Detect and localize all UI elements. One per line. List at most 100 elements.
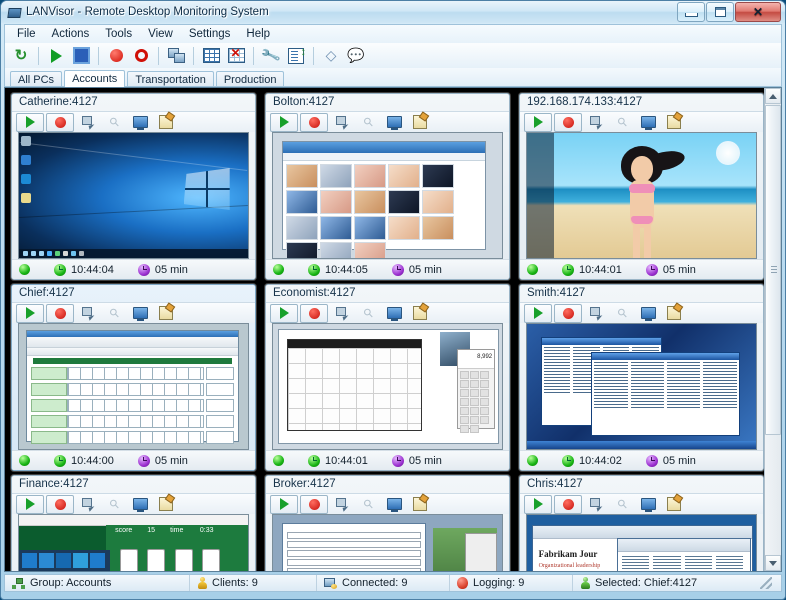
panel-notes-button[interactable] <box>154 304 178 323</box>
client-panel[interactable]: Chris:4127 ⚲ Fabrikam Jour Organizationa… <box>519 475 764 572</box>
refresh-icon[interactable]: ↻ <box>9 45 33 67</box>
panel-play-button[interactable] <box>524 304 552 323</box>
menu-help[interactable]: Help <box>238 26 278 42</box>
panel-notes-button[interactable] <box>662 304 686 323</box>
scroll-down-arrow[interactable] <box>765 555 781 571</box>
panel-zoom-button[interactable]: ⚲ <box>610 495 634 514</box>
close-button[interactable]: ✕ <box>735 2 781 22</box>
panel-record-button[interactable] <box>46 495 74 514</box>
client-panel-selected[interactable]: Chief:4127 ⚲ <box>11 284 256 471</box>
panel-zoom-button[interactable]: ⚲ <box>102 113 126 132</box>
vertical-scrollbar[interactable] <box>764 88 781 571</box>
client-panel[interactable]: Bolton:4127 ⚲ <box>265 93 510 280</box>
menu-actions[interactable]: Actions <box>44 26 98 42</box>
client-panel[interactable]: Broker:4127 ⚲ <box>265 475 510 572</box>
panel-fullscreen-button[interactable] <box>636 113 660 132</box>
panel-fullscreen-button[interactable] <box>636 304 660 323</box>
panel-zoom-button[interactable]: ⚲ <box>356 304 380 323</box>
panel-zoom-button[interactable]: ⚲ <box>102 304 126 323</box>
thumbnail-view-icon[interactable] <box>199 45 223 67</box>
panel-play-button[interactable] <box>270 304 298 323</box>
client-panel[interactable]: Finance:4127 ⚲ score 15 time <box>11 475 256 572</box>
panel-remote-control-button[interactable] <box>330 113 354 132</box>
tag-icon[interactable]: ◇ <box>319 45 343 67</box>
panel-zoom-button[interactable]: ⚲ <box>102 495 126 514</box>
panel-notes-button[interactable] <box>154 113 178 132</box>
resize-grip[interactable] <box>760 577 772 589</box>
panel-play-button[interactable] <box>270 113 298 132</box>
panel-record-button[interactable] <box>554 304 582 323</box>
maximize-button[interactable] <box>706 2 734 22</box>
menu-settings[interactable]: Settings <box>181 26 239 42</box>
panel-notes-button[interactable] <box>662 495 686 514</box>
panel-notes-button[interactable] <box>408 113 432 132</box>
panel-play-button[interactable] <box>16 304 44 323</box>
stop-monitoring-icon[interactable] <box>69 45 93 67</box>
panel-remote-control-button[interactable] <box>330 495 354 514</box>
panel-remote-control-button[interactable] <box>584 495 608 514</box>
close-view-icon[interactable] <box>224 45 248 67</box>
start-recording-icon[interactable] <box>104 45 128 67</box>
client-screen-thumbnail[interactable] <box>526 132 757 259</box>
client-panel[interactable]: 192.168.174.133:4127 ⚲ <box>519 93 764 280</box>
client-panel[interactable]: Smith:4127 ⚲ <box>519 284 764 471</box>
start-monitoring-icon[interactable] <box>44 45 68 67</box>
panel-play-button[interactable] <box>16 495 44 514</box>
tab-accounts[interactable]: Accounts <box>64 70 125 87</box>
menu-tools[interactable]: Tools <box>97 26 140 42</box>
client-screen-thumbnail[interactable] <box>272 132 503 259</box>
menu-file[interactable]: File <box>9 26 44 42</box>
stop-recording-icon[interactable] <box>129 45 153 67</box>
scroll-thumb[interactable] <box>765 105 781 435</box>
client-panel[interactable]: Economist:4127 ⚲ <box>265 284 510 471</box>
panel-play-button[interactable] <box>16 113 44 132</box>
panel-record-button[interactable] <box>300 304 328 323</box>
client-screen-thumbnail[interactable] <box>18 323 249 450</box>
client-screen-thumbnail[interactable]: score 15 time 0:33 <box>18 514 249 572</box>
panel-play-button[interactable] <box>524 495 552 514</box>
panel-remote-control-button[interactable] <box>584 113 608 132</box>
panel-remote-control-button[interactable] <box>76 304 100 323</box>
client-screen-thumbnail[interactable]: Fabrikam Jour Organizational leadership <box>526 514 757 572</box>
client-screen-thumbnail[interactable] <box>272 514 503 572</box>
panel-fullscreen-button[interactable] <box>382 495 406 514</box>
panel-remote-control-button[interactable] <box>330 304 354 323</box>
tab-transportation[interactable]: Transportation <box>127 71 214 86</box>
panel-notes-button[interactable] <box>154 495 178 514</box>
panel-fullscreen-button[interactable] <box>128 495 152 514</box>
client-screen-thumbnail[interactable] <box>526 323 757 450</box>
panel-notes-button[interactable] <box>408 495 432 514</box>
menu-view[interactable]: View <box>140 26 181 42</box>
remote-control-icon[interactable] <box>164 45 188 67</box>
tab-production[interactable]: Production <box>216 71 285 86</box>
panel-zoom-button[interactable]: ⚲ <box>356 495 380 514</box>
client-panel[interactable]: Catherine:4127 ⚲ <box>11 93 256 280</box>
panel-fullscreen-button[interactable] <box>128 304 152 323</box>
panel-remote-control-button[interactable] <box>76 113 100 132</box>
tab-all-pcs[interactable]: All PCs <box>10 71 62 86</box>
panel-zoom-button[interactable]: ⚲ <box>610 304 634 323</box>
client-screen-thumbnail[interactable]: 8,992 <box>272 323 503 450</box>
panel-record-button[interactable] <box>554 113 582 132</box>
options-icon[interactable]: 🔧 <box>259 45 283 67</box>
minimize-button[interactable] <box>677 2 705 22</box>
scroll-up-arrow[interactable] <box>765 88 781 104</box>
panel-zoom-button[interactable]: ⚲ <box>356 113 380 132</box>
client-screen-thumbnail[interactable] <box>18 132 249 259</box>
panel-notes-button[interactable] <box>408 304 432 323</box>
panel-record-button[interactable] <box>300 495 328 514</box>
panel-fullscreen-button[interactable] <box>382 113 406 132</box>
panel-remote-control-button[interactable] <box>584 304 608 323</box>
sort-list-icon[interactable] <box>284 45 308 67</box>
panel-fullscreen-button[interactable] <box>382 304 406 323</box>
panel-fullscreen-button[interactable] <box>128 113 152 132</box>
panel-record-button[interactable] <box>300 113 328 132</box>
message-icon[interactable]: 💬 <box>344 45 368 67</box>
panel-play-button[interactable] <box>524 113 552 132</box>
panel-zoom-button[interactable]: ⚲ <box>610 113 634 132</box>
panel-notes-button[interactable] <box>662 113 686 132</box>
panel-play-button[interactable] <box>270 495 298 514</box>
panel-remote-control-button[interactable] <box>76 495 100 514</box>
panel-record-button[interactable] <box>46 113 74 132</box>
panel-record-button[interactable] <box>554 495 582 514</box>
